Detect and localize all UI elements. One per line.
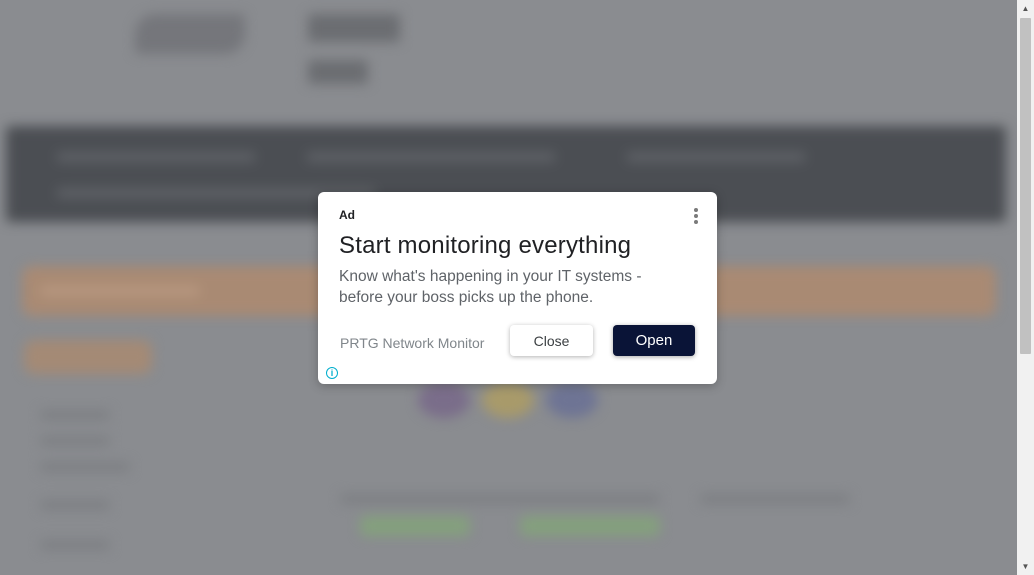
content-line: [700, 494, 850, 504]
sidebar-line: [40, 540, 110, 550]
close-button[interactable]: Close: [510, 325, 593, 356]
ad-label: Ad: [339, 208, 355, 222]
sidebar-line: [40, 500, 110, 510]
ad-advertiser: PRTG Network Monitor: [340, 335, 485, 351]
site-title-line: [308, 60, 368, 84]
open-button[interactable]: Open: [613, 325, 695, 356]
site-title-line: [308, 14, 400, 42]
content-line: [340, 494, 660, 504]
info-icon[interactable]: i: [326, 367, 338, 379]
vertical-scrollbar[interactable]: ▲ ▼: [1017, 0, 1034, 575]
sidebar-line: [40, 462, 130, 472]
logo-blob: [418, 382, 470, 418]
logo-blob: [482, 382, 534, 418]
logo-blob: [546, 382, 598, 418]
nav-item: [56, 152, 256, 162]
nav-item: [306, 152, 556, 162]
scroll-thumb[interactable]: [1020, 18, 1031, 354]
content-link: [360, 516, 470, 536]
scroll-down-icon[interactable]: ▼: [1017, 558, 1034, 575]
sidebar-line: [40, 436, 110, 446]
scroll-up-icon[interactable]: ▲: [1017, 0, 1034, 17]
sidebar-line: [40, 410, 110, 420]
page-button: [24, 340, 152, 374]
ad-body-text: Know what's happening in your IT systems…: [339, 268, 642, 306]
more-vert-icon[interactable]: [688, 206, 704, 226]
ad-dialog: Ad Start monitoring everything Know what…: [318, 192, 717, 384]
content-link: [520, 516, 660, 536]
site-logo: [135, 14, 245, 54]
nav-item: [626, 152, 806, 162]
banner-text: [40, 286, 200, 296]
ad-headline: Start monitoring everything: [339, 232, 632, 259]
